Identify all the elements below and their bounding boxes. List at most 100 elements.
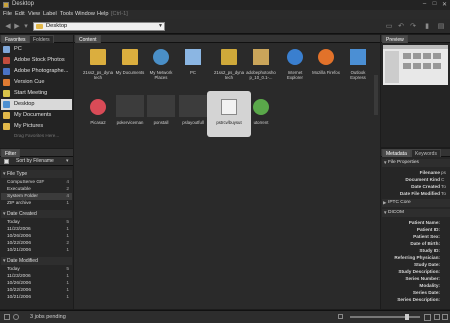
filter-row[interactable]: 10/22/2006 2 [1, 240, 72, 247]
file-thumbnail-placeholder [116, 95, 144, 117]
favorite-version-cue[interactable]: Version Cue [1, 77, 72, 88]
tab-keywords[interactable]: Keywords [411, 149, 441, 157]
menu-label[interactable]: Label [43, 11, 57, 17]
metadata-section-iptc-core[interactable]: ▶ IPTC Core [382, 199, 450, 207]
picasa-icon [90, 99, 106, 115]
tab-metadata[interactable]: Metadata [382, 149, 411, 157]
tab-favorites[interactable]: Favorites [1, 35, 30, 43]
new-folder-icon[interactable]: ▭ [384, 22, 394, 31]
filter-row[interactable]: 11/23/2006 1 [1, 226, 72, 233]
filter-group-file-type[interactable]: ▼ File Type [1, 170, 72, 178]
filter-row[interactable]: 10/21/2006 1 [1, 247, 72, 254]
dicom-field: Series Description: [397, 297, 440, 302]
tab-folders[interactable]: Folders [29, 35, 54, 43]
filter-row[interactable]: 10/21/2006 1 [1, 294, 72, 301]
preview-image-tile [423, 53, 431, 59]
metadata-row: Filename ps [419, 170, 446, 175]
slider-knob[interactable] [405, 314, 409, 320]
menu-tools[interactable]: Tools [60, 11, 73, 17]
network-globe-icon [153, 49, 169, 65]
zoom-out-icon[interactable] [338, 314, 343, 319]
maximize-button[interactable]: □ [430, 1, 439, 7]
view-list-icon[interactable] [442, 314, 448, 320]
preview-tabs: Preview [381, 35, 450, 43]
expand-arrow-icon: ▼ [383, 210, 388, 215]
close-button[interactable]: ✕ [440, 1, 449, 8]
minimize-button[interactable]: – [420, 1, 429, 7]
filter-row[interactable]: ZIP archive 1 [1, 200, 72, 207]
internet-explorer-icon [287, 49, 303, 65]
item-caption: utorrent [253, 120, 269, 125]
content-item-pc[interactable]: PC [173, 45, 213, 83]
panel-toggle-icon[interactable] [4, 314, 10, 320]
chevron-down-icon[interactable]: ▾ [66, 158, 69, 164]
filter-row[interactable]: 10/26/2006 1 [1, 233, 72, 240]
expand-arrow-icon: ▼ [2, 258, 7, 263]
dicom-field: Study Date: [413, 262, 440, 267]
path-text: Desktop [46, 23, 68, 29]
filter-group-date-modified[interactable]: ▼ Date Modified [1, 257, 72, 265]
sort-dropdown[interactable]: Sort by Filename [16, 158, 54, 164]
favorite-my-documents[interactable]: My Documents [1, 110, 72, 121]
tab-filter[interactable]: Filter [1, 149, 21, 157]
path-dropdown[interactable]: Desktop ▼ [33, 22, 165, 31]
filter-group-date-created[interactable]: ▼ Date Created [1, 210, 72, 218]
filter-tabs: Filter [0, 149, 73, 157]
preview-image-tile [413, 53, 421, 59]
filter-row[interactable]: CompuServe GIF 4 [1, 179, 72, 186]
filter-row[interactable]: 10/22/2006 1 [1, 287, 72, 294]
preview-panel: Preview [381, 35, 450, 147]
delete-icon[interactable]: ▮ [422, 22, 432, 31]
desktop-icon [3, 101, 10, 108]
view-grid-icon[interactable] [434, 314, 440, 320]
sort-toggle-checkbox[interactable] [4, 159, 9, 164]
content-item-utorrent[interactable]: utorrent [241, 95, 281, 133]
bridge-app-icon [3, 2, 9, 8]
adobe-stock-icon [3, 57, 10, 64]
sort-row: Sort by Filename ▾ [0, 157, 73, 166]
document-icon [221, 99, 237, 115]
item-caption: Outlook Express [350, 70, 366, 80]
menu-help[interactable]: Help [97, 11, 109, 17]
computer-icon [3, 46, 10, 53]
preview-image-tile [403, 53, 411, 59]
filter-row[interactable]: 10/26/2006 1 [1, 280, 72, 287]
menu-window[interactable]: Window [75, 11, 95, 17]
toolbar: ◀ ▶ ▾ Desktop ▼ ▭ ↶ ↷ ▮ ▤ [0, 19, 450, 34]
open-recent-icon[interactable]: ▤ [436, 22, 446, 31]
chevron-down-icon: ▼ [158, 23, 163, 29]
filter-row[interactable]: Executable 2 [1, 186, 72, 193]
tab-preview[interactable]: Preview [382, 35, 408, 43]
filter-row[interactable]: Today 5 [1, 266, 72, 273]
dicom-field: Patient ID: [416, 227, 440, 232]
metadata-row: Document Kind C [405, 177, 445, 182]
favorite-pc[interactable]: PC [1, 44, 72, 55]
metadata-section-dicom[interactable]: ▼ DICOM [382, 209, 450, 217]
menu-file[interactable]: File [3, 11, 12, 17]
menu-view[interactable]: View [28, 11, 40, 17]
favorite-desktop[interactable]: Desktop [1, 99, 72, 110]
parent-folder-icon[interactable]: ▾ [21, 22, 31, 31]
file-thumbnail-placeholder [147, 95, 175, 117]
rotate-left-icon[interactable]: ↶ [396, 22, 406, 31]
rotate-right-icon[interactable]: ↷ [408, 22, 418, 31]
menu-edit[interactable]: Edit [15, 11, 25, 17]
folder-icon [3, 123, 10, 130]
dicom-field: Study Description: [398, 269, 440, 274]
preview-image [383, 45, 448, 85]
favorite-start-meeting[interactable]: Start Meeting [1, 88, 72, 99]
zoom-in-icon[interactable] [424, 314, 431, 321]
content-item-outlook[interactable]: Outlook Express [338, 45, 378, 83]
metadata-section-file-properties[interactable]: ▼ File Properties [382, 159, 450, 167]
thumbnail-size-slider[interactable] [350, 314, 420, 320]
installer-icon [253, 49, 269, 65]
tab-content[interactable]: Content [75, 35, 101, 43]
metadata-row: Date Created To [411, 184, 446, 189]
favorite-adobe-photographers[interactable]: Adobe Photographe... [1, 66, 72, 77]
filter-row[interactable]: 11/23/2006 1 [1, 273, 72, 280]
favorite-adobe-stock-photos[interactable]: Adobe Stock Photos [1, 55, 72, 66]
filter-panel: Filter Sort by Filename ▾ ▼ File Type Co… [0, 149, 73, 309]
dicom-field: Study ID: [419, 248, 440, 253]
filter-row[interactable]: Today 5 [1, 219, 72, 226]
filter-row[interactable]: System Folder 4 [1, 193, 72, 200]
